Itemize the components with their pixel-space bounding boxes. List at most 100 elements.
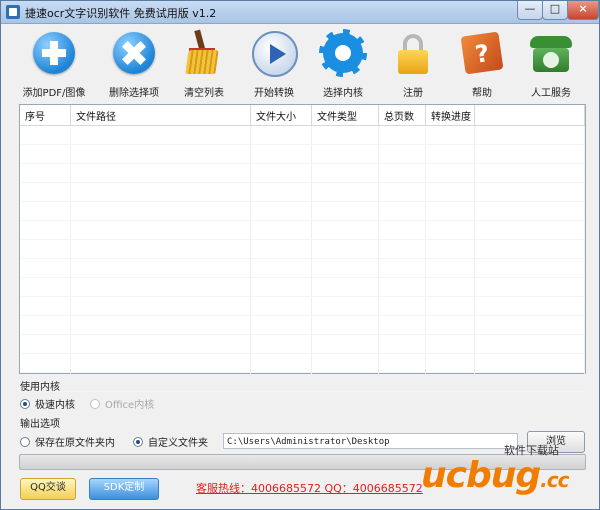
hotline-link[interactable]: 客服热线：4006685572 QQ：4006685572	[196, 480, 423, 496]
kernel-section-label: 使用内核	[20, 382, 60, 393]
sdk-custom-button[interactable]: SDK定制	[89, 478, 159, 500]
clear-list-button[interactable]: 清空列表	[169, 29, 239, 99]
column-header-progress[interactable]: 转换进度	[425, 105, 475, 126]
title-bar: 捷速ocr文字识别软件 免费试用版 v1.2 — □ ×	[1, 1, 599, 24]
custom-folder-radio[interactable]: 自定义文件夹	[133, 434, 208, 449]
table-cell	[378, 239, 426, 259]
start-conversion-button[interactable]: 开始转换	[239, 30, 309, 99]
qq-chat-button[interactable]: QQ交谈	[20, 478, 76, 500]
table-cell	[20, 315, 71, 335]
app-window: 捷速ocr文字识别软件 免费试用版 v1.2 — □ × 添加PDF/图像 删除…	[0, 0, 600, 510]
table-cell	[425, 201, 475, 221]
table-cell	[378, 353, 426, 373]
table-cell	[311, 125, 379, 145]
add-pdf-image-label: 添加PDF/图像	[22, 88, 86, 99]
column-header-empty	[474, 105, 585, 126]
table-row	[20, 372, 585, 392]
table-cell	[378, 277, 426, 297]
table-cell	[250, 353, 312, 373]
fast-kernel-radio[interactable]: 极速内核	[20, 396, 75, 411]
table-cell	[250, 296, 312, 316]
table-row	[20, 334, 585, 354]
table-cell	[378, 201, 426, 221]
table-cell	[474, 144, 585, 164]
table-cell	[20, 296, 71, 316]
table-cell	[250, 125, 312, 145]
table-cell	[378, 258, 426, 278]
table-cell	[70, 201, 251, 221]
select-kernel-label: 选择内核	[323, 88, 363, 99]
register-button[interactable]: 注册	[378, 30, 448, 99]
table-cell	[474, 220, 585, 240]
file-list-table[interactable]: 序号 文件路径 文件大小 文件类型 总页数 转换进度	[19, 104, 586, 392]
table-cell	[425, 220, 475, 240]
column-header-seq[interactable]: 序号	[20, 105, 71, 126]
table-cell	[474, 239, 585, 259]
table-cell	[250, 315, 312, 335]
table-cell	[311, 315, 379, 335]
start-conversion-label: 开始转换	[254, 88, 294, 99]
save-original-folder-radio[interactable]: 保存在原文件夹内	[20, 434, 115, 449]
table-cell	[250, 182, 312, 202]
table-body	[20, 125, 585, 392]
table-cell	[425, 277, 475, 297]
table-cell	[70, 315, 251, 335]
select-kernel-button[interactable]: 选择内核	[308, 29, 378, 99]
table-row	[20, 353, 585, 373]
table-row	[20, 315, 585, 335]
table-cell	[20, 334, 71, 354]
table-cell	[425, 258, 475, 278]
column-header-size[interactable]: 文件大小	[250, 105, 312, 126]
table-cell	[20, 144, 71, 164]
table-cell	[311, 277, 379, 297]
table-row	[20, 296, 585, 316]
table-cell	[474, 125, 585, 145]
column-header-pages[interactable]: 总页数	[378, 105, 426, 126]
table-cell	[378, 182, 426, 202]
table-cell	[20, 258, 71, 278]
delete-selected-label: 删除选择项	[109, 88, 159, 99]
table-cell	[250, 372, 312, 392]
table-row	[20, 201, 585, 221]
output-path-field[interactable]: C:\Users\Administrator\Desktop	[223, 433, 518, 449]
table-cell	[311, 182, 379, 202]
minimize-button[interactable]: —	[517, 1, 543, 20]
radio-indicator	[90, 398, 100, 409]
table-cell	[425, 163, 475, 183]
table-cell	[311, 220, 379, 240]
table-cell	[20, 353, 71, 373]
table-cell	[311, 201, 379, 221]
table-row	[20, 144, 585, 164]
help-button[interactable]: 帮助	[447, 30, 517, 99]
output-section-label: 输出选项	[20, 419, 60, 430]
table-cell	[20, 220, 71, 240]
customer-service-button[interactable]: 人工服务	[516, 30, 586, 99]
close-button[interactable]: ×	[567, 1, 599, 20]
table-cell	[70, 182, 251, 202]
table-cell	[378, 144, 426, 164]
office-kernel-label: Office内核	[105, 400, 155, 411]
broom-icon	[181, 29, 227, 76]
maximize-button[interactable]: □	[542, 1, 568, 20]
gear-icon	[319, 29, 367, 77]
table-cell	[425, 296, 475, 316]
table-cell	[311, 163, 379, 183]
add-pdf-image-button[interactable]: 添加PDF/图像	[19, 30, 89, 99]
radio-indicator	[20, 398, 30, 409]
office-kernel-radio: Office内核	[90, 396, 154, 411]
delete-selected-button[interactable]: 删除选择项	[99, 30, 169, 99]
table-row	[20, 163, 585, 183]
table-cell	[250, 277, 312, 297]
table-cell	[250, 144, 312, 164]
column-header-type[interactable]: 文件类型	[311, 105, 379, 126]
table-cell	[474, 334, 585, 354]
column-header-path[interactable]: 文件路径	[70, 105, 251, 126]
custom-folder-label: 自定义文件夹	[148, 438, 208, 449]
register-label: 注册	[403, 88, 423, 99]
table-cell	[425, 182, 475, 202]
table-cell	[474, 372, 585, 392]
app-icon	[6, 5, 20, 19]
radio-indicator	[133, 436, 143, 447]
table-cell	[378, 315, 426, 335]
table-cell	[378, 334, 426, 354]
